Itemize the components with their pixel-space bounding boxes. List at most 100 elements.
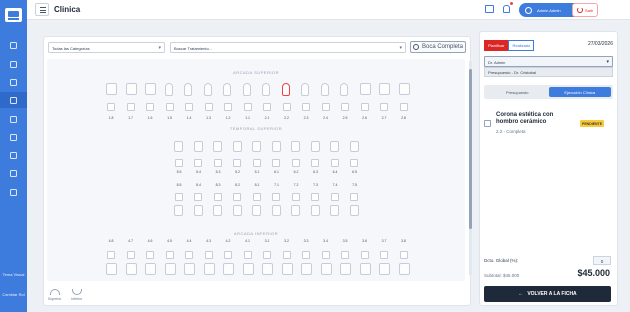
tooth-1.7[interactable]	[125, 83, 137, 95]
tooth-6.5[interactable]	[349, 141, 359, 152]
tooth-surface-2.8[interactable]	[399, 103, 408, 111]
tooth-1.3[interactable]	[203, 83, 212, 96]
sidebar-item-inventory[interactable]	[0, 147, 27, 163]
tooth-surface-8.1[interactable]	[252, 193, 261, 201]
change-role[interactable]: Cambiar Rol	[0, 292, 27, 297]
tooth-2.2[interactable]	[281, 83, 290, 96]
sidebar-item-calendar[interactable]	[0, 74, 27, 90]
legend-inferior[interactable]: Inferior	[71, 289, 82, 301]
tooth-1.4[interactable]	[184, 83, 192, 96]
tooth-surface-2.1[interactable]	[263, 103, 271, 111]
chat-icon[interactable]	[485, 5, 494, 13]
tooth-6.4[interactable]	[330, 141, 339, 152]
logout-button[interactable]: Salir	[572, 3, 598, 17]
tooth-surface-2.4[interactable]	[321, 103, 330, 111]
tooth-surface-2.6[interactable]	[360, 103, 369, 111]
tooth-7.2[interactable]	[291, 205, 300, 216]
tooth-surface-5.2[interactable]	[233, 159, 241, 167]
tooth-surface-4.3[interactable]	[204, 251, 213, 259]
theme-toggle[interactable]: Tema Visual	[0, 272, 27, 277]
tooth-7.3[interactable]	[310, 205, 320, 216]
tooth-surface-4.7[interactable]	[126, 251, 135, 259]
tooth-4.1[interactable]	[242, 263, 254, 275]
tooth-3.7[interactable]	[379, 263, 390, 275]
tooth-3.5[interactable]	[340, 263, 351, 275]
tooth-7.5[interactable]	[349, 205, 359, 216]
budget-select[interactable]: Presupuesto - Dr. Cristobal	[484, 67, 613, 77]
tooth-surface-6.3[interactable]	[311, 159, 319, 167]
tooth-8.3[interactable]	[213, 205, 222, 216]
tooth-2.4[interactable]	[320, 83, 329, 96]
bell-icon[interactable]	[503, 5, 510, 13]
tooth-5.3[interactable]	[213, 141, 222, 152]
tooth-surface-6.5[interactable]	[350, 159, 358, 167]
tooth-7.4[interactable]	[330, 205, 339, 216]
tooth-surface-1.4[interactable]	[185, 103, 193, 111]
tooth-5.1[interactable]	[252, 141, 261, 152]
tooth-1.2[interactable]	[223, 83, 231, 96]
tooth-5.4[interactable]	[193, 141, 203, 152]
tooth-surface-4.1[interactable]	[243, 251, 252, 259]
tooth-4.5[interactable]	[164, 263, 176, 275]
tooth-2.7[interactable]	[379, 83, 390, 95]
tooth-surface-6.2[interactable]	[291, 159, 300, 167]
doctor-select[interactable]: Dr. Admin ▾	[484, 56, 613, 67]
tooth-surface-8.4[interactable]	[194, 193, 202, 201]
tooth-4.7[interactable]	[125, 263, 137, 275]
tooth-surface-3.8[interactable]	[399, 251, 408, 259]
tooth-2.6[interactable]	[359, 83, 371, 95]
tooth-2.1[interactable]	[262, 83, 270, 96]
tooth-4.2[interactable]	[223, 263, 234, 275]
tooth-6.3[interactable]	[310, 141, 320, 152]
tooth-surface-5.5[interactable]	[174, 159, 183, 167]
sidebar-item-tags[interactable]	[0, 165, 27, 181]
tooth-8.1[interactable]	[252, 205, 261, 216]
toggle-done[interactable]: Realizado	[508, 40, 535, 51]
tooth-4.8[interactable]	[106, 263, 117, 275]
tooth-8.5[interactable]	[174, 205, 183, 216]
tooth-surface-4.5[interactable]	[165, 251, 174, 259]
tooth-1.6[interactable]	[145, 83, 156, 95]
tooth-2.8[interactable]	[398, 83, 410, 95]
tooth-5.5[interactable]	[174, 141, 183, 152]
tooth-surface-8.2[interactable]	[233, 193, 241, 201]
tooth-surface-7.2[interactable]	[291, 193, 300, 201]
tooth-surface-1.3[interactable]	[204, 103, 213, 111]
tooth-surface-3.1[interactable]	[263, 251, 271, 259]
tooth-surface-6.1[interactable]	[272, 159, 280, 167]
tooth-surface-1.2[interactable]	[224, 103, 232, 111]
tooth-surface-3.3[interactable]	[302, 251, 310, 259]
tooth-8.2[interactable]	[232, 205, 242, 216]
tooth-3.2[interactable]	[281, 263, 293, 275]
logo-icon[interactable]	[5, 8, 22, 22]
tooth-6.1[interactable]	[271, 141, 281, 152]
tooth-surface-3.7[interactable]	[380, 251, 388, 259]
tooth-4.6[interactable]	[145, 263, 156, 275]
tooth-surface-7.1[interactable]	[272, 193, 280, 201]
tooth-1.8[interactable]	[106, 83, 117, 95]
category-select[interactable]: Todas las Categorías ▾	[48, 42, 165, 53]
tooth-6.2[interactable]	[291, 141, 300, 152]
sidebar-item-staff[interactable]	[0, 111, 27, 127]
tooth-2.5[interactable]	[340, 83, 348, 96]
tooth-surface-4.4[interactable]	[185, 251, 193, 259]
back-to-record-button[interactable]: ← VOLVER A LA FICHA	[484, 286, 611, 302]
full-mouth-button[interactable]: Boca Completa	[410, 41, 466, 53]
tooth-surface-1.6[interactable]	[146, 103, 154, 111]
tooth-surface-4.2[interactable]	[224, 251, 232, 259]
tooth-surface-7.5[interactable]	[350, 193, 358, 201]
toggle-plan[interactable]: Planificar	[484, 40, 509, 51]
treatment-select[interactable]: Buscar Tratamiento... ▾	[170, 42, 406, 53]
tooth-7.1[interactable]	[271, 205, 281, 216]
tooth-surface-4.8[interactable]	[107, 251, 115, 259]
discount-input[interactable]: 0	[593, 256, 611, 265]
tooth-2.3[interactable]	[301, 83, 309, 96]
tooth-4.4[interactable]	[184, 263, 195, 275]
tooth-surface-1.7[interactable]	[126, 103, 135, 111]
menu-button[interactable]	[35, 3, 49, 16]
tooth-surface-6.4[interactable]	[330, 159, 339, 167]
sidebar-item-home[interactable]	[0, 37, 27, 53]
tooth-3.8[interactable]	[398, 263, 410, 275]
sidebar-item-finance[interactable]	[0, 129, 27, 145]
tooth-surface-3.2[interactable]	[282, 251, 291, 259]
